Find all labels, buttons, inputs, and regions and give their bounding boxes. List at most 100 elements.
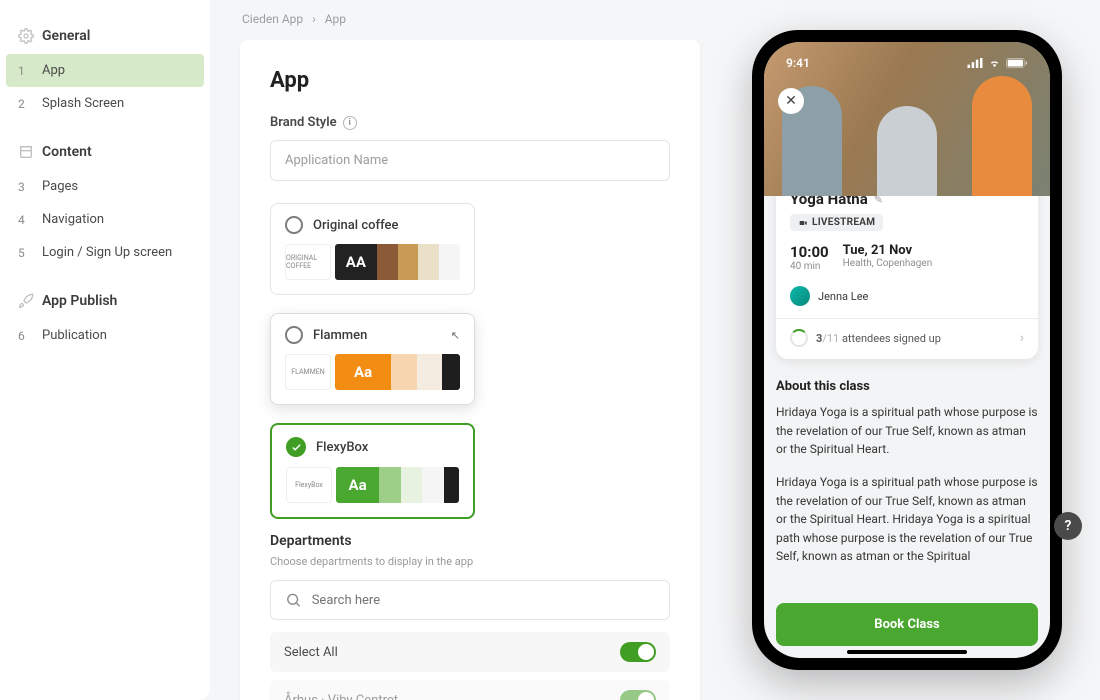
status-time: 9:41 <box>786 56 810 70</box>
attendees-tail: attendees signed up <box>839 332 941 345</box>
status-icons <box>967 58 1028 69</box>
radio-icon <box>285 216 303 234</box>
theme-card-flexybox[interactable]: FlexyBox FlexyBox Aa <box>270 423 475 519</box>
about-section: About this class Hridaya Yoga is a spiri… <box>776 377 1038 566</box>
swatch: Aa <box>336 467 379 503</box>
sidebar-item-login[interactable]: 5 Login / Sign Up screen <box>0 236 210 269</box>
application-name-input[interactable] <box>270 140 670 181</box>
toggle-switch[interactable] <box>620 690 656 700</box>
attendees-total: /11 <box>822 332 839 345</box>
departments-label: Departments <box>270 533 670 549</box>
swatch <box>444 467 459 503</box>
badge-text: LIVESTREAM <box>812 217 875 228</box>
phone-screen: 9:41 ✕ Yoga Hatha ✎ <box>764 42 1050 658</box>
department-name: Århus · Viby Centret <box>284 693 398 700</box>
sidebar-item-number: 6 <box>18 329 28 343</box>
sidebar-item-number: 3 <box>18 180 28 194</box>
select-all-row[interactable]: Select All <box>270 632 670 672</box>
help-button[interactable]: ? <box>1054 512 1082 540</box>
sidebar-group-title: Content <box>42 144 92 160</box>
edit-icon[interactable]: ✎ <box>874 196 883 206</box>
about-title: About this class <box>776 377 1038 397</box>
themes-grid: Original coffee ORIGINAL COFFEE AA <box>270 203 670 519</box>
progress-ring-icon <box>790 329 808 347</box>
swatch-row: AA <box>335 244 460 280</box>
class-date: Tue, 21 Nov <box>843 243 933 258</box>
class-title-row: Yoga Hatha ✎ <box>790 196 1024 208</box>
swatch <box>442 354 460 390</box>
sidebar-item-label: Navigation <box>42 212 104 227</box>
theme-card-original-coffee[interactable]: Original coffee ORIGINAL COFFEE AA <box>270 203 475 295</box>
department-search-input[interactable] <box>312 593 655 608</box>
toggle-switch[interactable] <box>620 642 656 662</box>
swatch <box>398 244 419 280</box>
sidebar-group-content: Content <box>0 134 210 170</box>
sidebar-group-publish: App Publish <box>0 283 210 319</box>
sidebar-item-number: 2 <box>18 97 28 111</box>
swatch <box>439 244 460 280</box>
swatch <box>422 467 444 503</box>
app-settings-card: App Brand Style i Original coffee ORIGIN… <box>240 40 700 700</box>
swatch <box>377 244 398 280</box>
class-location: Health, Copenhagen <box>843 258 933 269</box>
swatch <box>401 467 423 503</box>
livestream-badge: LIVESTREAM <box>790 214 883 231</box>
sidebar-item-label: App <box>42 63 65 78</box>
content-icon <box>18 144 34 160</box>
info-icon[interactable]: i <box>343 116 357 130</box>
wifi-icon <box>987 58 1002 69</box>
gear-icon <box>18 28 34 44</box>
theme-card-flammen[interactable]: Flammen ↖ FLAMMEN Aa <box>270 313 475 405</box>
departments-hint: Choose departments to display in the app <box>270 555 670 568</box>
class-time: 10:00 <box>790 243 829 261</box>
instructor-row[interactable]: Jenna Lee <box>790 286 1024 306</box>
rocket-icon <box>18 293 34 309</box>
radio-icon <box>285 326 303 344</box>
avatar <box>790 286 810 306</box>
sidebar-item-publication[interactable]: 6 Publication <box>0 319 210 352</box>
swatch: AA <box>335 244 377 280</box>
sidebar-group-title: General <box>42 28 90 44</box>
sidebar-group-general: General <box>0 18 210 54</box>
sidebar-item-label: Publication <box>42 328 107 343</box>
chevron-right-icon: › <box>1020 330 1024 346</box>
video-icon <box>798 219 808 227</box>
cursor-icon: ↖ <box>451 329 460 342</box>
swatch: Aa <box>335 354 391 390</box>
sidebar-item-label: Pages <box>42 179 78 194</box>
close-button[interactable]: ✕ <box>778 88 804 114</box>
breadcrumb-root[interactable]: Cieden App <box>242 12 303 26</box>
screen-content: Yoga Hatha ✎ LIVESTREAM 10:00 40 min Tue… <box>764 196 1050 658</box>
book-class-button[interactable]: Book Class <box>776 603 1038 646</box>
book-bar: Book Class <box>776 603 1038 646</box>
time-row: 10:00 40 min Tue, 21 Nov Health, Copenha… <box>790 243 1024 272</box>
sidebar-item-label: Splash Screen <box>42 96 124 111</box>
department-search[interactable] <box>270 580 670 620</box>
class-title: Yoga Hatha <box>790 196 868 208</box>
sidebar-item-splash[interactable]: 2 Splash Screen <box>0 87 210 120</box>
home-indicator <box>847 650 967 654</box>
sidebar-item-number: 4 <box>18 213 28 227</box>
swatch <box>417 354 443 390</box>
sidebar-item-label: Login / Sign Up screen <box>42 245 172 260</box>
attendees-text: 3/11 attendees signed up <box>816 332 941 345</box>
signal-icon <box>967 58 983 68</box>
attendees-row[interactable]: 3/11 attendees signed up › <box>790 319 1024 351</box>
select-all-label: Select All <box>284 645 338 660</box>
about-paragraph: Hridaya Yoga is a spiritual path whose p… <box>776 473 1038 566</box>
theme-name: Original coffee <box>313 218 398 233</box>
sidebar-item-pages[interactable]: 3 Pages <box>0 170 210 203</box>
sidebar-item-navigation[interactable]: 4 Navigation <box>0 203 210 236</box>
search-icon <box>285 591 302 609</box>
swatch <box>391 354 417 390</box>
breadcrumb-leaf: App <box>325 12 346 26</box>
sidebar-group-title: App Publish <box>42 293 117 309</box>
class-card: Yoga Hatha ✎ LIVESTREAM 10:00 40 min Tue… <box>776 196 1038 359</box>
class-duration: 40 min <box>790 261 829 272</box>
page-title: App <box>270 68 670 93</box>
department-row[interactable]: Århus · Viby Centret <box>270 680 670 700</box>
sidebar: General 1 App 2 Splash Screen Content 3 … <box>0 0 210 700</box>
sidebar-item-app[interactable]: 1 App <box>6 54 204 87</box>
brand-logo-chip: FLAMMEN <box>285 354 331 390</box>
chevron-right-icon: › <box>312 12 316 26</box>
